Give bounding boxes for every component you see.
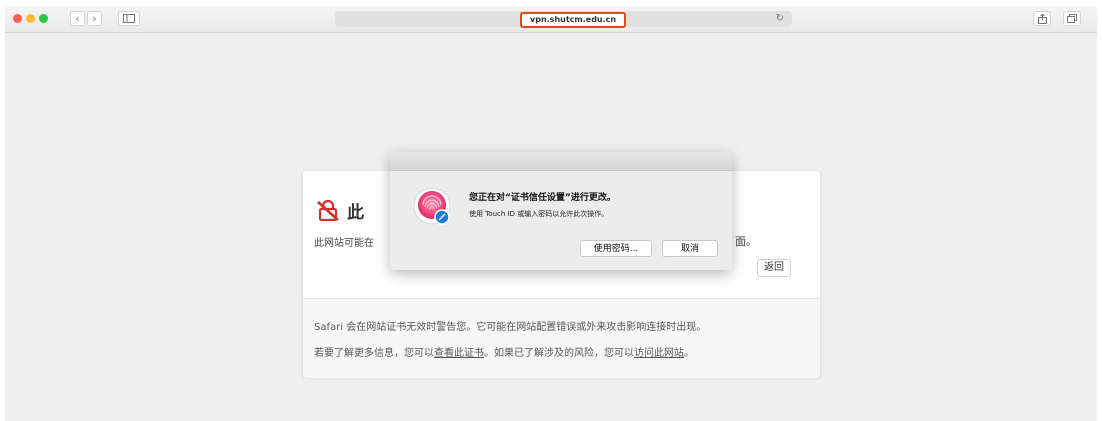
dialog-title-bar[interactable] [390, 152, 732, 171]
dialog-title: 您正在对“证书信任设置”进行更改。 [469, 193, 616, 203]
warning-title: 此 [347, 203, 364, 223]
warning-more-info-text: 若要了解更多信息，您可以查看此证书。如果已了解涉及的风险，您可以访问此网站。 [314, 344, 694, 359]
authentication-dialog: 您正在对“证书信任设置”进行更改。 使用 Touch ID 或输入密码以允许此次… [390, 152, 732, 270]
browser-toolbar: ‹ › vpn.shutcm.edu.cn ↻ [5, 6, 1097, 33]
warning-details-section: Safari 会在网站证书无效时警告您。它可能在网站配置错误或外来攻击影响连接时… [303, 298, 820, 378]
url-text[interactable]: vpn.shutcm.edu.cn [520, 12, 627, 28]
use-password-button[interactable]: 使用密码... [580, 240, 652, 257]
tabs-icon [1067, 14, 1077, 23]
more-info-mid: 。如果已了解涉及的风险，您可以 [484, 348, 634, 359]
broken-lock-icon [317, 199, 339, 221]
tabs-overview-button[interactable] [1063, 11, 1081, 26]
address-bar[interactable]: vpn.shutcm.edu.cn ↻ [335, 11, 792, 28]
chevron-right-icon: › [92, 12, 97, 25]
share-button[interactable] [1033, 11, 1051, 26]
back-nav-button[interactable]: ‹ [70, 11, 85, 26]
zoom-window-button[interactable] [39, 14, 48, 23]
share-icon [1037, 13, 1047, 24]
sidebar-toggle-button[interactable] [118, 11, 140, 26]
browser-window: ‹ › vpn.shutcm.edu.cn ↻ 此 此网站可能在 面。 返回 S… [5, 6, 1097, 421]
go-back-button[interactable]: 返回 [757, 259, 791, 277]
view-certificate-link[interactable]: 查看此证书 [434, 348, 484, 359]
chevron-left-icon: ‹ [75, 12, 80, 25]
warning-detail-text: Safari 会在网站证书无效时警告您。它可能在网站配置错误或外来攻击影响连接时… [314, 322, 707, 333]
close-window-button[interactable] [13, 14, 22, 23]
reload-icon[interactable]: ↻ [776, 11, 784, 27]
dialog-subtitle: 使用 Touch ID 或输入密码以允许此次操作。 [469, 210, 609, 218]
more-info-suffix: 。 [684, 348, 694, 359]
touch-id-fingerprint-icon [413, 187, 451, 225]
more-info-prefix: 若要了解更多信息，您可以 [314, 348, 434, 359]
warning-description: 此网站可能在 [314, 238, 374, 249]
cancel-button[interactable]: 取消 [662, 240, 718, 257]
sidebar-icon [123, 14, 135, 23]
forward-nav-button[interactable]: › [87, 11, 102, 26]
minimize-window-button[interactable] [26, 14, 35, 23]
warning-description-end: 面。 [735, 235, 757, 248]
visit-website-link[interactable]: 访问此网站 [634, 348, 684, 359]
